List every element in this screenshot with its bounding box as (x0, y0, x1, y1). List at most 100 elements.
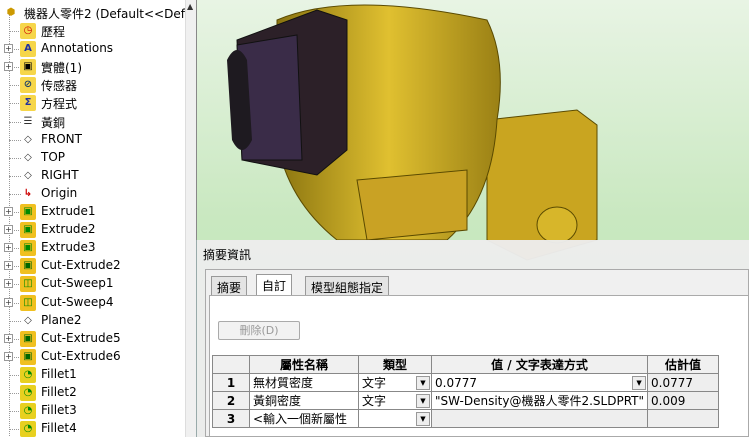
property-name-cell[interactable]: 黃銅密度 (249, 391, 359, 410)
plane-icon: ◇ (24, 314, 32, 326)
chevron-down-icon[interactable]: ▼ (632, 376, 647, 390)
extrude-icon: ▣ (20, 222, 36, 239)
tree-item[interactable]: ◔ Fillet1 (0, 366, 185, 384)
scroll-up-arrow-icon[interactable]: ▲ (187, 2, 193, 11)
fillet-icon: ◔ (20, 385, 36, 401)
tree-item-label: Plane2 (41, 312, 82, 327)
tree-item[interactable]: ◔ Fillet3 (0, 402, 185, 420)
tree-item[interactable]: + ▣ Extrude2 (0, 221, 185, 239)
fillet-icon: ◔ (20, 403, 36, 420)
expand-icon[interactable]: + (4, 261, 13, 271)
tree-item-label: TOP (41, 149, 66, 164)
expand-icon[interactable]: + (4, 297, 13, 307)
header-value: 值 / 文字表達方式 (430, 355, 649, 374)
tree-item[interactable]: + ▣ 實體(1) (0, 58, 185, 76)
expand-icon[interactable]: + (4, 333, 13, 343)
expand-icon[interactable]: + (4, 44, 13, 54)
tree-item[interactable]: + ▣ Extrude1 (0, 203, 185, 221)
tree-item-label: Cut-Extrude2 (41, 258, 121, 273)
expand-icon[interactable]: + (4, 225, 13, 235)
delete-button[interactable]: 刪除(D) (218, 321, 300, 340)
tree-item[interactable]: + ▣ Cut-Extrude2 (0, 257, 185, 275)
expand-icon[interactable]: + (4, 62, 13, 72)
type-cell[interactable]: ▼ (358, 409, 432, 428)
tree-item[interactable]: + A Annotations (0, 40, 185, 58)
row-number: 3 (212, 409, 250, 428)
tree-item[interactable]: + ◫ Cut-Sweep4 (0, 294, 185, 312)
extrude-icon: ▣ (20, 240, 36, 257)
evaluated-cell (647, 409, 720, 428)
tab-summary[interactable]: 摘要 (211, 276, 248, 295)
value-cell[interactable]: "SW-Density@機器人零件2.SLDPRT" (430, 391, 649, 410)
property-name-cell[interactable]: <輸入一個新屬性 (249, 409, 359, 428)
tree-item-label: Cut-Extrude5 (41, 330, 121, 345)
tree-item[interactable]: ◇ Plane2 (0, 312, 185, 330)
material-icon: ☰ (23, 115, 33, 127)
tree-item-label: Cut-Extrude6 (41, 348, 121, 363)
history-folder-icon: ◷ (20, 23, 36, 39)
solid-bodies-folder-icon: ▣ (20, 59, 36, 76)
tree-item[interactable]: + ▣ Cut-Extrude6 (0, 348, 185, 366)
chevron-down-icon[interactable]: ▼ (416, 394, 430, 408)
value-text: "SW-Density@機器人零件2.SLDPRT" (435, 394, 645, 408)
cut-sweep-icon: ◫ (20, 276, 36, 293)
fillet-icon: ◔ (20, 421, 36, 437)
tree-item-label: Cut-Sweep1 (41, 276, 114, 291)
cut-sweep-icon: ◫ (20, 294, 36, 311)
tree-item[interactable]: ◷ 歷程 (0, 22, 185, 40)
part-icon: ⬢ (6, 7, 16, 18)
tree-root[interactable]: ⬢ 機器人零件2 (Default<<Defa (0, 4, 193, 22)
tree-item[interactable]: + ◫ Cut-Sweep1 (0, 275, 185, 293)
tree-item-label: 方程式 (41, 97, 78, 112)
row-number: 1 (212, 373, 250, 392)
type-cell[interactable]: 文字 ▼ (358, 391, 432, 410)
tree-item-label: 传感器 (41, 79, 78, 94)
tree-item[interactable]: ↳ Origin (0, 185, 185, 203)
expand-icon[interactable]: + (4, 279, 13, 289)
table-row: 3 <輸入一個新屬性 ▼ (212, 409, 720, 428)
tree-item[interactable]: Σ 方程式 (0, 94, 185, 112)
tree-item-label: Extrude1 (41, 204, 96, 218)
tree-item[interactable]: ◇ TOP (0, 149, 185, 167)
tree-item-label: Fillet1 (41, 366, 77, 381)
type-value: 文字 (362, 376, 387, 390)
sensors-folder-icon: ⊘ (20, 77, 36, 94)
tree-item[interactable]: ◔ Fillet4 (0, 420, 185, 437)
expand-icon[interactable]: + (4, 351, 13, 361)
origin-icon: ↳ (23, 187, 33, 199)
evaluated-cell: 0.0777 (647, 373, 720, 392)
property-name-cell[interactable]: 無材質密度 (249, 373, 359, 392)
tree-item[interactable]: ⊘ 传感器 (0, 76, 185, 94)
tree-item[interactable]: ☰ 黃銅 (0, 113, 185, 131)
type-cell[interactable]: 文字 ▼ (358, 373, 432, 392)
expand-icon[interactable]: + (4, 243, 13, 253)
tree-item[interactable]: + ▣ Extrude3 (0, 239, 185, 257)
fillet-icon: ◔ (20, 366, 36, 383)
equations-folder-icon: Σ (20, 95, 36, 112)
tree-item-label: 歷程 (41, 25, 66, 39)
tree-item[interactable]: + ▣ Cut-Extrude5 (0, 330, 185, 348)
value-text: 0.0777 (435, 375, 477, 390)
tree-item[interactable]: ◔ Fillet2 (0, 384, 185, 402)
properties-table: 屬性名稱 類型 值 / 文字表達方式 估計值 1 無材質密度 文字 ▼ 0.077… (212, 355, 720, 428)
annotations-folder-icon: A (20, 41, 36, 58)
chevron-down-icon[interactable]: ▼ (416, 412, 430, 426)
expand-icon[interactable]: + (4, 207, 13, 216)
plane-icon: ◇ (24, 133, 32, 145)
tree-item-label: Fillet4 (41, 421, 77, 436)
tab-config-specific[interactable]: 模型組態指定 (305, 276, 390, 295)
tree-item-label: Extrude3 (41, 240, 96, 255)
value-cell[interactable]: 0.0777 ▼ (430, 373, 649, 392)
tree-item[interactable]: ◇ RIGHT (0, 167, 185, 185)
tree-root-label: 機器人零件2 (Default<<Defa (24, 7, 193, 21)
chevron-down-icon[interactable]: ▼ (416, 376, 430, 390)
value-cell[interactable] (430, 409, 649, 428)
plane-icon: ◇ (24, 151, 32, 163)
table-row: 2 黃銅密度 文字 ▼ "SW-Density@機器人零件2.SLDPRT" 0.… (212, 391, 720, 410)
feature-manager-tree: ⬢ 機器人零件2 (Default<<Defa ◷ 歷程 + A Annotations… (0, 0, 197, 437)
header-rownum (212, 355, 250, 374)
tab-custom[interactable]: 自訂 (256, 274, 293, 296)
tree-item[interactable]: ◇ FRONT (0, 131, 185, 149)
tree-item-label: Annotations (41, 41, 114, 56)
cut-extrude-icon: ▣ (20, 258, 36, 275)
